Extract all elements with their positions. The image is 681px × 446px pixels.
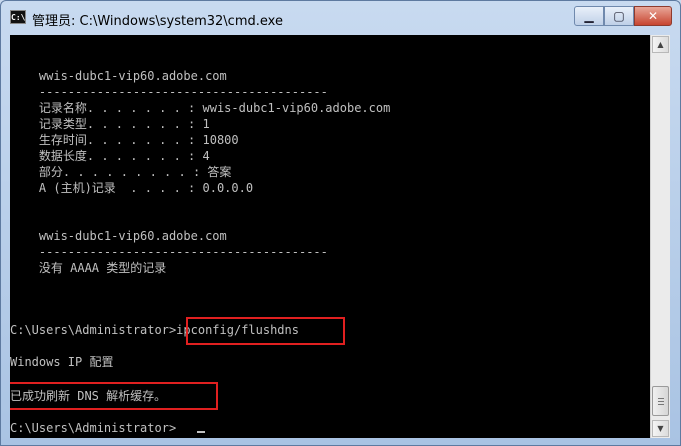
console-line: 记录类型. . . . . . . : 1 bbox=[10, 117, 210, 131]
scroll-up-arrow-icon[interactable]: ▲ bbox=[652, 36, 669, 53]
result-highlight-box bbox=[10, 382, 218, 410]
command-highlight-box bbox=[186, 317, 345, 345]
console-line: Windows IP 配置 bbox=[10, 355, 114, 369]
console-line: ---------------------------------------- bbox=[10, 85, 328, 99]
close-button[interactable]: ✕ bbox=[634, 6, 672, 26]
console-line: 生存时间. . . . . . . : 10800 bbox=[10, 133, 239, 147]
window-title: 管理员: C:\Windows\system32\cmd.exe bbox=[32, 14, 283, 29]
scroll-thumb[interactable] bbox=[652, 386, 669, 416]
grip-line bbox=[658, 398, 664, 399]
console-line: 记录名称. . . . . . . : wwis-dubc1-vip60.ado… bbox=[10, 101, 391, 115]
console-line: A (主机)记录 . . . . : 0.0.0.0 bbox=[10, 181, 254, 195]
vertical-scrollbar[interactable]: ▲ ▼ bbox=[650, 35, 670, 438]
console-output[interactable]: wwis-dubc1-vip60.adobe.com -------------… bbox=[10, 35, 650, 438]
cmd-window: C:\ 管理员: C:\Windows\system32\cmd.exe ▁ ▢… bbox=[0, 0, 681, 446]
text-cursor bbox=[197, 431, 205, 433]
console-line: wwis-dubc1-vip60.adobe.com bbox=[10, 69, 227, 83]
grip-line bbox=[658, 401, 664, 402]
grip-line bbox=[658, 404, 664, 405]
title-bar[interactable]: C:\ 管理员: C:\Windows\system32\cmd.exe ▁ ▢… bbox=[1, 1, 680, 35]
cmd-icon[interactable]: C:\ bbox=[10, 10, 26, 24]
minimize-button[interactable]: ▁ bbox=[574, 6, 604, 26]
console-line: wwis-dubc1-vip60.adobe.com bbox=[10, 229, 227, 243]
console-line: 没有 AAAA 类型的记录 bbox=[10, 261, 167, 275]
console-line: 数据长度. . . . . . . : 4 bbox=[10, 149, 210, 163]
prompt-line: C:\Users\Administrator> bbox=[10, 421, 177, 435]
scroll-down-arrow-icon[interactable]: ▼ bbox=[652, 420, 669, 437]
maximize-button[interactable]: ▢ bbox=[604, 6, 634, 26]
console-line: 部分. . . . . . . . . : 答案 bbox=[10, 165, 232, 179]
console-line: ---------------------------------------- bbox=[10, 245, 328, 259]
